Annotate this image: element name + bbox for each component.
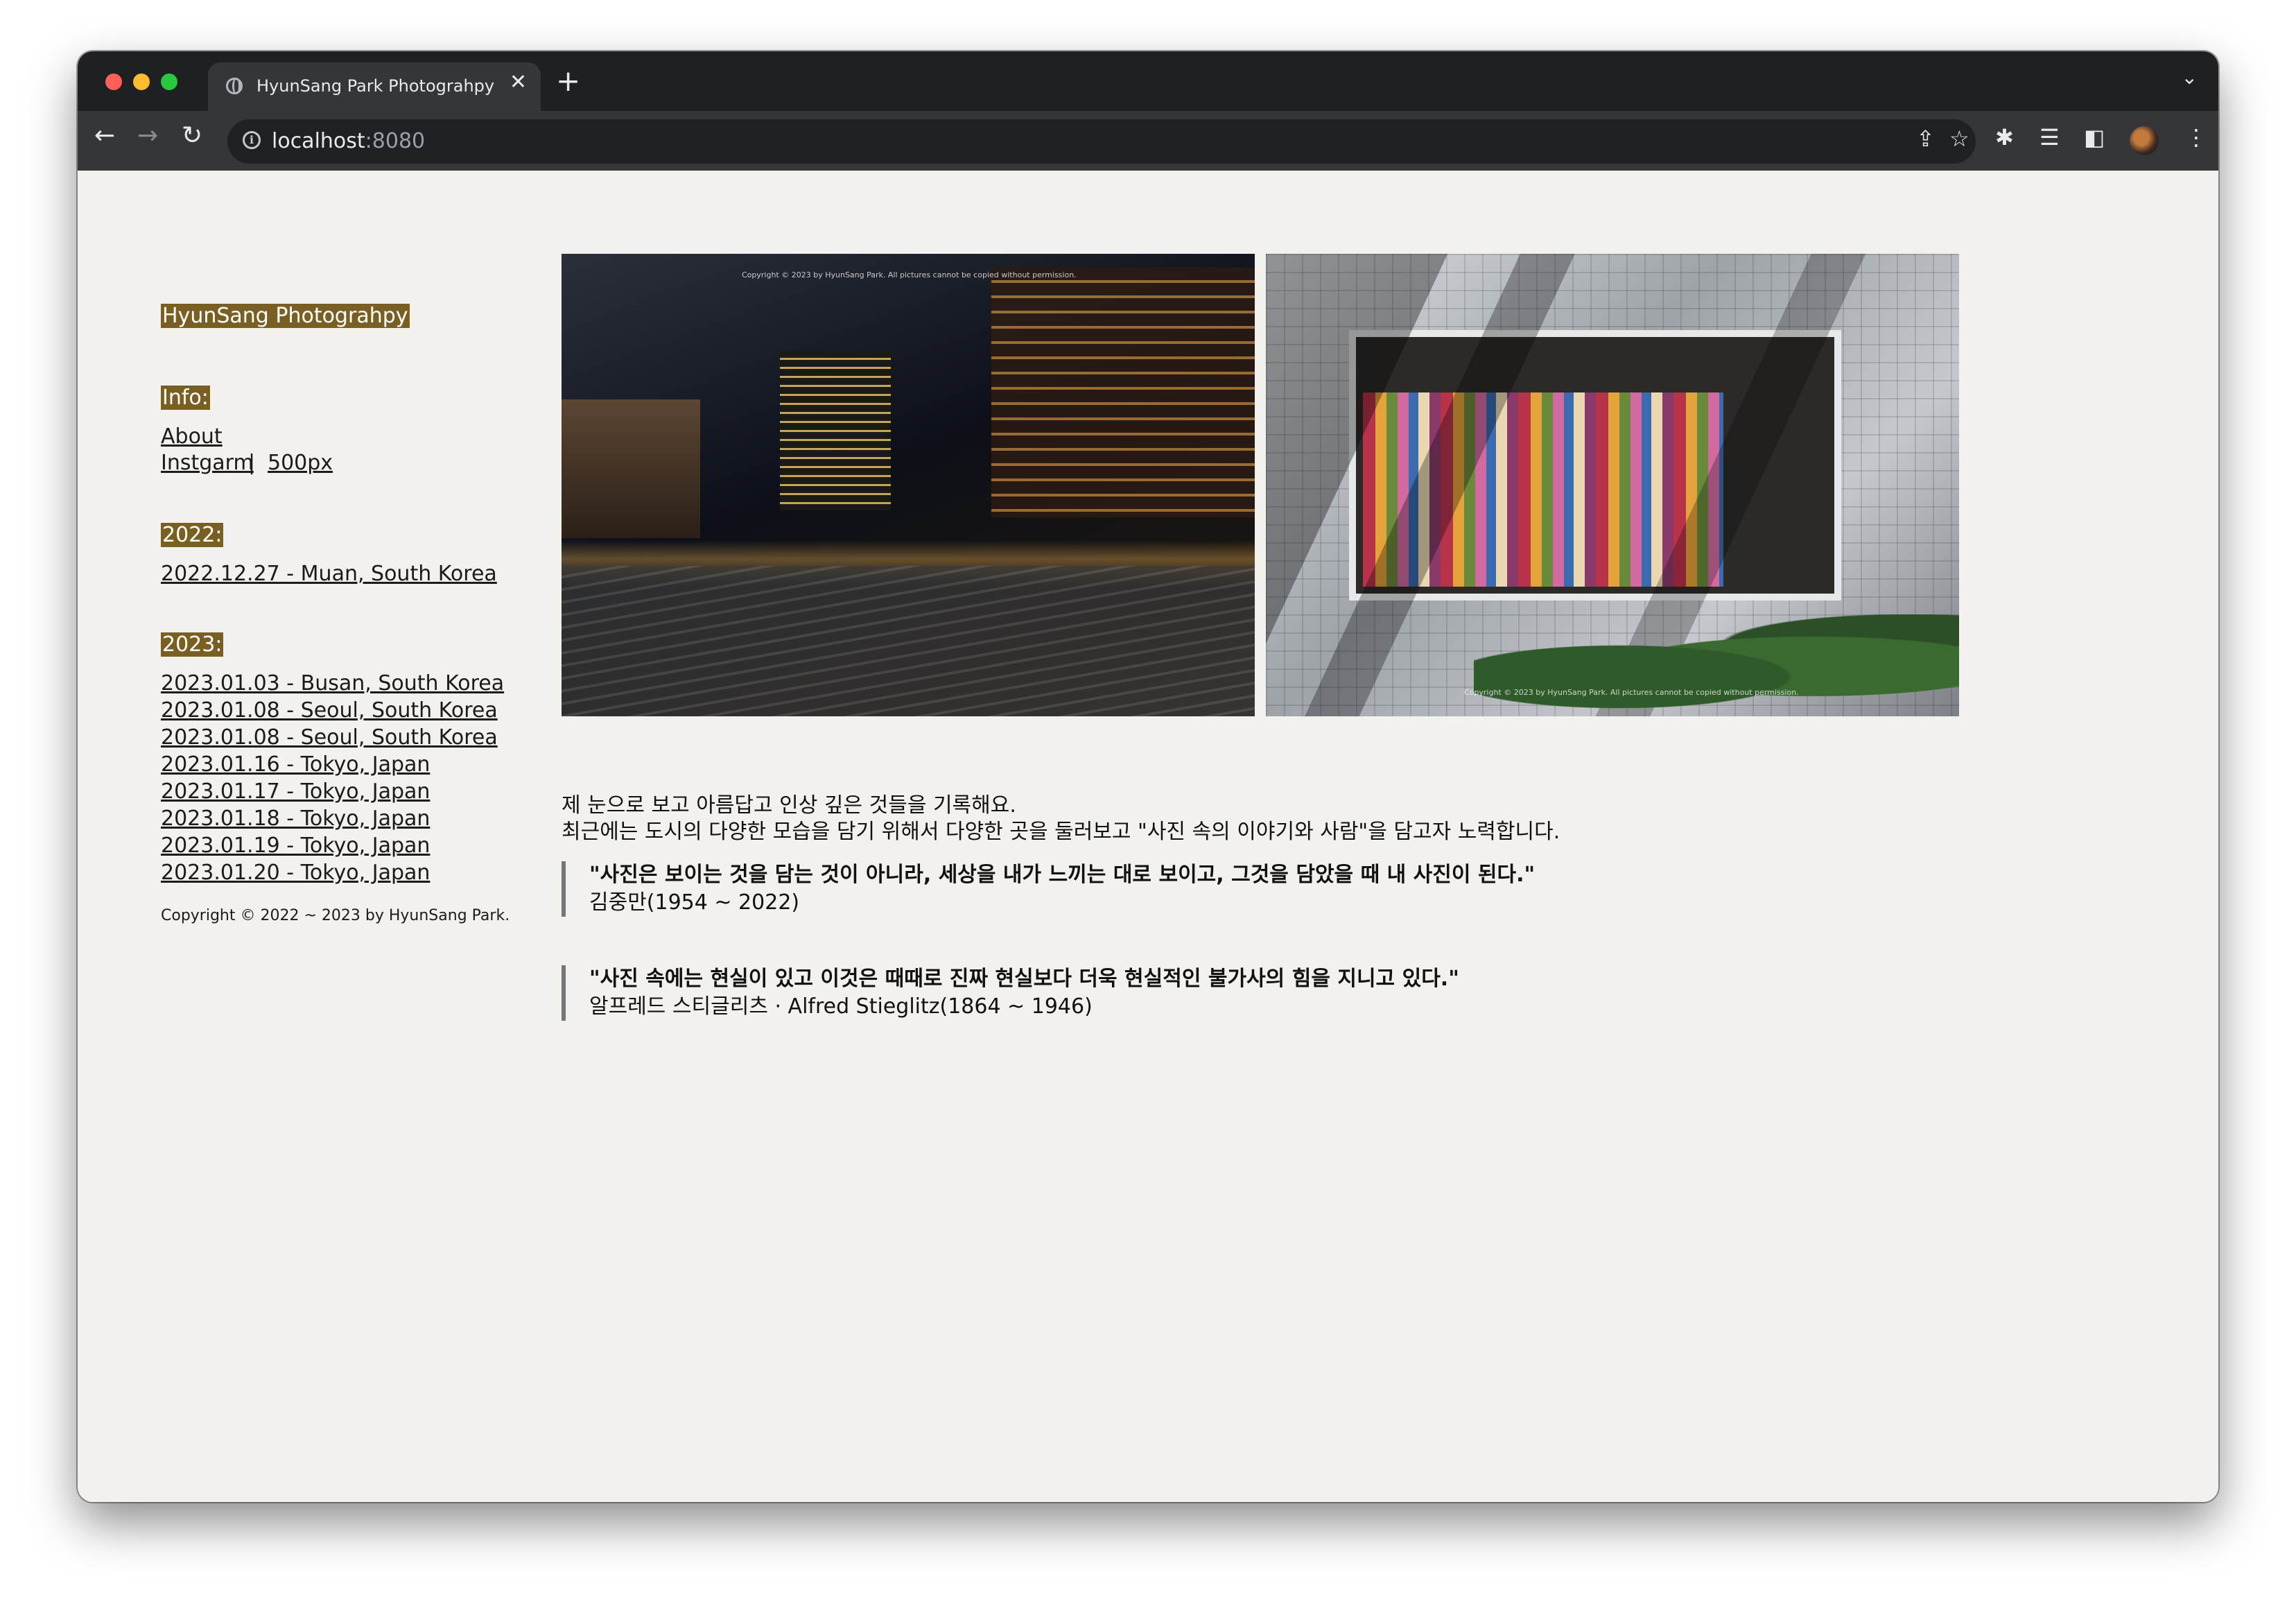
menu-icon[interactable]: ⋮ (2185, 126, 2207, 148)
address-bar[interactable]: i localhost:8080 ⇪ ☆ (227, 119, 1976, 164)
photo-seoul-station-night[interactable]: Copyright © 2023 by HyunSang Park. All p… (562, 254, 1255, 716)
url-port: :8080 (365, 129, 426, 153)
side-panel-icon[interactable]: ◧ (2084, 126, 2105, 148)
post-link-2022-12-27[interactable]: 2022.12.27 - Muan, South Korea (161, 562, 497, 586)
url-host: localhost (272, 129, 365, 153)
link-separator: | (248, 451, 256, 475)
post-link-2023-01-18[interactable]: 2023.01.18 - Tokyo, Japan (161, 806, 430, 831)
browser-toolbar: ← → ↻ i localhost:8080 ⇪ ☆ ✱ ☰ ◧ ⋮ (78, 111, 2218, 172)
bookmark-star-icon[interactable]: ☆ (1949, 128, 1969, 150)
reload-button[interactable]: ↻ (182, 123, 202, 148)
browser-window: HyunSang Park Photograhpy ✕ + ⌄ ← → ↻ i … (78, 51, 2218, 1502)
tab-search-chevron-icon[interactable]: ⌄ (2182, 68, 2198, 87)
photo-bushes (1474, 614, 1959, 716)
photo-tower (780, 351, 891, 510)
site-title[interactable]: HyunSang Photograhpy (161, 304, 410, 328)
instagram-link[interactable]: Instgarm (161, 451, 254, 475)
tab-bar: HyunSang Park Photograhpy ✕ + ⌄ (78, 51, 2218, 111)
site-info-icon[interactable]: i (243, 131, 261, 149)
quote-text: "사진 속에는 현실이 있고 이것은 때때로 진짜 현실보다 더욱 현실적인 불… (589, 967, 1459, 991)
profile-avatar[interactable] (2130, 126, 2159, 155)
quote-author: 알프레드 스티글리츠 · Alfred Stieglitz(1864 ~ 194… (589, 994, 1093, 1019)
quote-block: "사진은 보이는 것을 담는 것이 아니라, 세상을 내가 느끼는 대로 보이고… (562, 861, 1629, 917)
reading-list-icon[interactable]: ☰ (2040, 126, 2060, 148)
post-link-2023-01-20[interactable]: 2023.01.20 - Tokyo, Japan (161, 861, 430, 885)
post-link-2023-01-16[interactable]: 2023.01.16 - Tokyo, Japan (161, 752, 430, 777)
intro-line-2: 최근에는 도시의 다양한 모습을 담기 위해서 다양한 곳을 둘러보고 "사진 … (562, 820, 1560, 844)
500px-link[interactable]: 500px (268, 451, 333, 475)
photo-building (991, 268, 1255, 517)
quote-text: "사진은 보이는 것을 담는 것이 아니라, 세상을 내가 느끼는 대로 보이고… (589, 863, 1536, 887)
photo-watermark: Copyright © 2023 by HyunSang Park. All p… (1464, 688, 1799, 697)
photo-station (562, 399, 700, 538)
maximize-window-button[interactable] (161, 74, 177, 90)
post-link-2023-01-17[interactable]: 2023.01.17 - Tokyo, Japan (161, 779, 430, 804)
new-tab-button[interactable]: + (556, 67, 580, 96)
close-window-button[interactable] (105, 74, 122, 90)
year-2022-title: 2022: (161, 523, 224, 547)
post-link-2023-01-08-b[interactable]: 2023.01.08 - Seoul, South Korea (161, 725, 498, 750)
post-link-2023-01-03[interactable]: 2023.01.03 - Busan, South Korea (161, 671, 504, 696)
tab-active[interactable]: HyunSang Park Photograhpy ✕ (208, 62, 541, 111)
photo-clothing-shop-window[interactable]: Copyright © 2023 by HyunSang Park. All p… (1266, 254, 1959, 716)
url-text[interactable]: localhost:8080 (272, 129, 425, 153)
tab-title: HyunSang Park Photograhpy (256, 76, 495, 96)
photo-stairs (562, 566, 1255, 716)
quote-block: "사진 속에는 현실이 있고 이것은 때때로 진짜 현실보다 더욱 현실적인 불… (562, 965, 1629, 1021)
page-content: HyunSang Photograhpy Info: About Instgar… (78, 171, 2218, 1502)
copyright-text: Copyright © 2022 ~ 2023 by HyunSang Park… (161, 907, 510, 924)
forward-button[interactable]: → (137, 123, 158, 148)
post-link-2023-01-19[interactable]: 2023.01.19 - Tokyo, Japan (161, 834, 430, 858)
extensions-icon[interactable]: ✱ (1995, 126, 2014, 148)
info-section-title: Info: (161, 386, 210, 410)
photo-watermark: Copyright © 2023 by HyunSang Park. All p… (742, 270, 1077, 279)
about-link[interactable]: About (161, 424, 223, 449)
minimize-window-button[interactable] (133, 74, 150, 90)
year-2023-title: 2023: (161, 632, 224, 657)
globe-icon (226, 78, 243, 94)
post-link-2023-01-08-a[interactable]: 2023.01.08 - Seoul, South Korea (161, 698, 498, 723)
quote-author: 김중만(1954 ~ 2022) (589, 890, 800, 915)
close-tab-icon[interactable]: ✕ (510, 72, 527, 93)
share-icon[interactable]: ⇪ (1916, 128, 1935, 150)
back-button[interactable]: ← (94, 123, 115, 148)
